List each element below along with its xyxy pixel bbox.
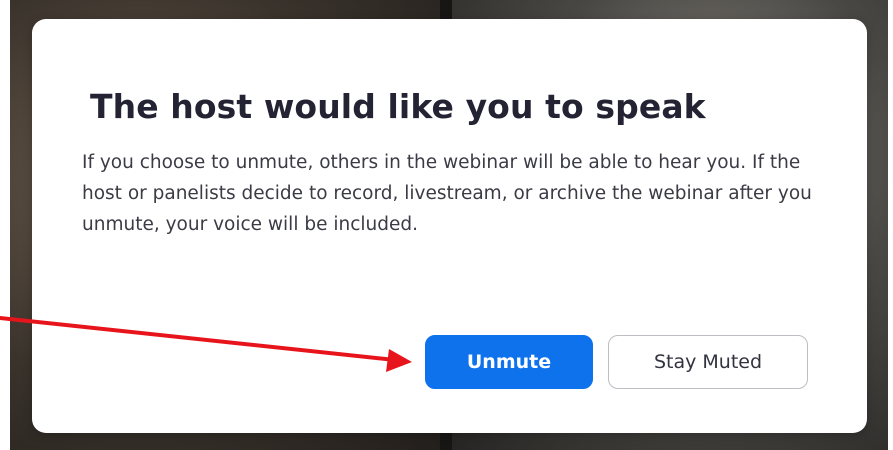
unmute-request-dialog: The host would like you to speak If you … xyxy=(32,19,867,433)
unmute-button[interactable]: Unmute xyxy=(425,335,593,389)
screen: The host would like you to speak If you … xyxy=(0,0,893,450)
stay-muted-button[interactable]: Stay Muted xyxy=(608,335,808,389)
dialog-title: The host would like you to speak xyxy=(90,87,706,126)
dialog-message: If you choose to unmute, others in the w… xyxy=(82,152,812,235)
